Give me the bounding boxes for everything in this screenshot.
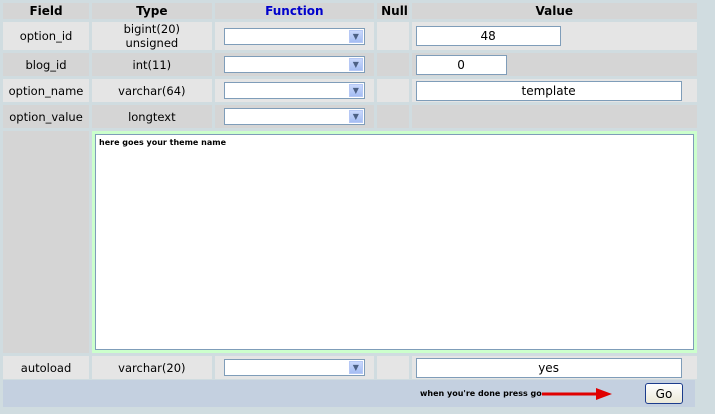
field-name: blog_id (3, 53, 90, 76)
function-select[interactable]: ▼ (223, 27, 365, 45)
chevron-down-icon: ▼ (348, 110, 363, 123)
function-select[interactable]: ▼ (223, 56, 365, 73)
null-cell (377, 105, 409, 128)
spacer-cell (3, 131, 90, 353)
field-type: int(11) (92, 53, 212, 76)
value-input[interactable]: 48 (415, 26, 561, 46)
footer-hint: when you're done press go (420, 389, 542, 398)
field-type: longtext (92, 105, 212, 128)
chevron-down-icon: ▼ (348, 361, 363, 374)
field-name: option_id (3, 22, 90, 50)
field-name: option_name (3, 79, 90, 102)
go-button[interactable]: Go (645, 383, 683, 404)
field-type: varchar(20) (92, 356, 212, 379)
null-cell (377, 79, 409, 102)
chevron-down-icon: ▼ (348, 58, 363, 71)
table-row: blog_id int(11) ▼ 0 (3, 53, 697, 76)
header-function: Function (214, 3, 375, 19)
value-input[interactable]: 0 (415, 54, 507, 75)
null-cell (377, 22, 409, 50)
textarea-cell: here goes your theme name (92, 131, 697, 353)
header-field: Field (3, 3, 90, 19)
field-name: autoload (3, 356, 90, 379)
header-value: Value (411, 3, 697, 19)
value-cell (411, 105, 697, 128)
table-row: option_value longtext ▼ (3, 105, 697, 128)
chevron-down-icon: ▼ (348, 29, 363, 43)
table-row: option_name varchar(64) ▼ template (3, 79, 697, 102)
function-select[interactable]: ▼ (223, 359, 365, 376)
function-select[interactable]: ▼ (223, 82, 365, 99)
header-row: Field Type Function Null Value (3, 3, 697, 19)
field-type: bigint(20) unsigned (92, 22, 212, 50)
insert-row-form: Field Type Function Null Value option_id… (0, 0, 715, 414)
null-cell (377, 53, 409, 76)
table-row: autoload varchar(20) ▼ yes (3, 356, 697, 379)
chevron-down-icon: ▼ (348, 84, 363, 97)
field-type: varchar(64) (92, 79, 212, 102)
fields-table: Field Type Function Null Value option_id… (0, 0, 700, 382)
value-input[interactable]: yes (415, 357, 682, 378)
header-type: Type (92, 3, 212, 19)
function-select[interactable]: ▼ (223, 108, 365, 125)
header-null: Null (377, 3, 409, 19)
field-name: option_value (3, 105, 90, 128)
value-input[interactable]: template (415, 80, 682, 101)
table-row: option_id bigint(20) unsigned ▼ 48 (3, 22, 697, 50)
null-cell (377, 356, 409, 379)
value-textarea[interactable]: here goes your theme name (95, 134, 694, 350)
textarea-row: here goes your theme name (3, 131, 697, 353)
arrow-right-icon (542, 388, 612, 400)
